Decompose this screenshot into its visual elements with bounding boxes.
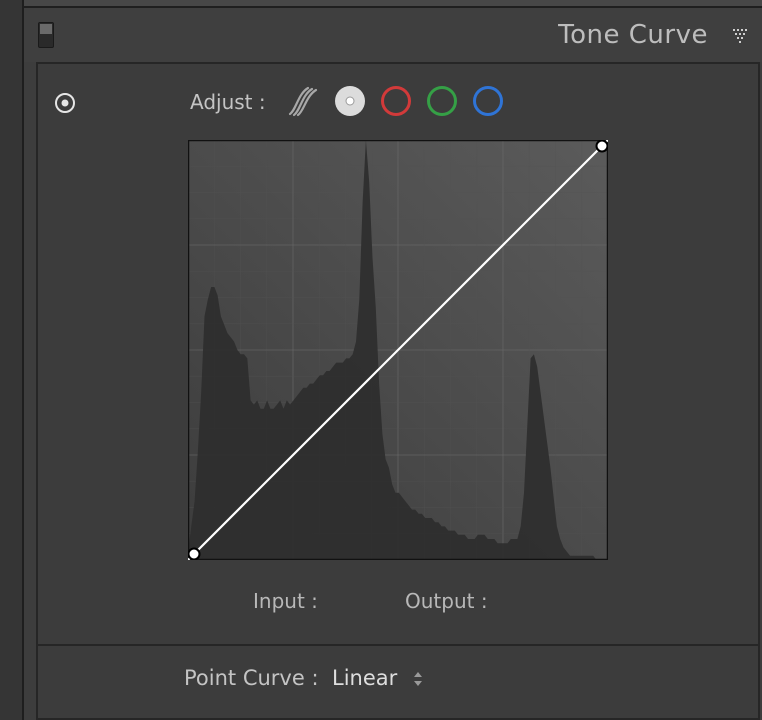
- curve-white-point-handle[interactable]: [595, 140, 608, 153]
- point-curve-select[interactable]: Linear: [332, 666, 397, 690]
- blue-channel-icon[interactable]: [471, 84, 505, 118]
- panel-on-off-switch[interactable]: [38, 22, 54, 48]
- tone-curve-body: Adjust : Input: Output:: [36, 62, 760, 646]
- panel-title: Tone Curve: [558, 20, 708, 50]
- rgb-point-curve-icon[interactable]: [333, 84, 367, 118]
- point-curve-row: Point Curve : Linear: [36, 644, 760, 720]
- tone-curve-graph[interactable]: [188, 140, 608, 560]
- adjust-label: Adjust :: [190, 90, 266, 114]
- curve-black-point-handle[interactable]: [188, 547, 201, 560]
- up-down-stepper-icon[interactable]: [412, 668, 424, 690]
- point-curve-label: Point Curve :: [184, 666, 319, 690]
- switch-knob: [40, 24, 52, 34]
- output-label: Output :: [405, 589, 488, 613]
- previous-panel-edge: [24, 0, 762, 8]
- green-channel-icon[interactable]: [425, 84, 459, 118]
- parametric-curve-icon[interactable]: [286, 84, 320, 118]
- left-panel-rail: [0, 0, 24, 720]
- red-channel-icon[interactable]: [379, 84, 413, 118]
- tone-curve-panel: Tone Curve Adjust : Input: Output: Poi…: [24, 0, 762, 720]
- targeted-adjustment-icon[interactable]: [54, 92, 76, 114]
- input-label: Input :: [253, 589, 318, 613]
- panel-header[interactable]: Tone Curve: [24, 8, 762, 62]
- collapse-triangle-icon[interactable]: [732, 28, 750, 44]
